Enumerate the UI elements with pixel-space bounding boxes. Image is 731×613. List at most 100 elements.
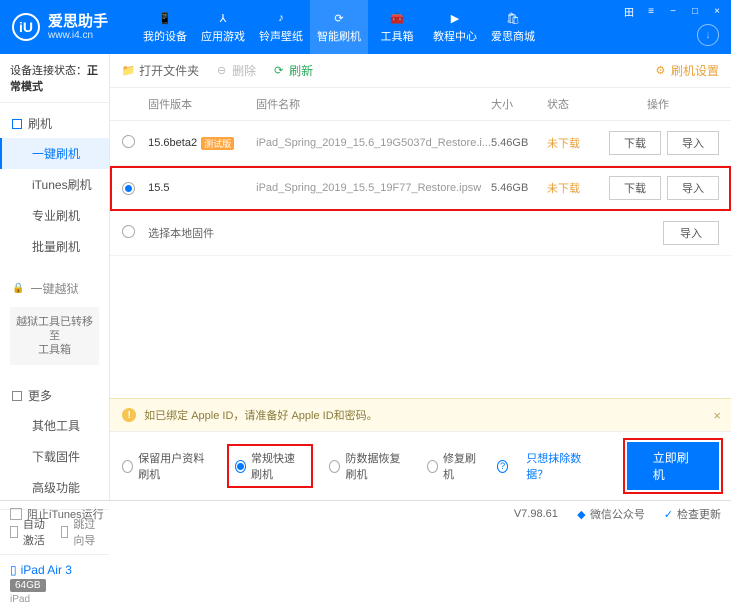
jailbreak-note: 越狱工具已转移至 工具箱 bbox=[10, 307, 99, 365]
download-manager-icon[interactable]: ↓ bbox=[697, 24, 719, 46]
lock-icon: 🔒 bbox=[12, 283, 24, 294]
apps-icon: ⅄ bbox=[215, 10, 231, 26]
checkbox-label: 阻止iTunes运行 bbox=[27, 506, 104, 522]
flash-options: 保留用户资料刷机 常规快速刷机 防数据恢复刷机 修复刷机 ? 只想抹除数据？ 立… bbox=[110, 431, 731, 500]
import-local-button[interactable]: 导入 bbox=[663, 221, 719, 245]
block-itunes-checkbox[interactable]: 阻止iTunes运行 bbox=[10, 506, 104, 522]
wechat-label: 微信公众号 bbox=[590, 509, 645, 521]
erase-link[interactable]: 只想抹除数据？ bbox=[526, 450, 591, 482]
device-type: iPad bbox=[10, 594, 99, 605]
music-icon: ♪ bbox=[273, 10, 289, 26]
menu-icon[interactable]: ≡ bbox=[643, 4, 659, 18]
nav-shop[interactable]: 🛍 爱思商城 bbox=[484, 0, 542, 54]
opt-repair[interactable]: 修复刷机 bbox=[427, 450, 479, 482]
delete-button[interactable]: ⊖删除 bbox=[215, 62, 256, 79]
help-icon[interactable]: ? bbox=[497, 460, 508, 473]
local-label: 选择本地固件 bbox=[148, 225, 597, 241]
row-status: 未下载 bbox=[547, 180, 597, 196]
toolbar: 📁打开文件夹 ⊖删除 ⟳刷新 ⚙ 刷机设置 bbox=[110, 54, 731, 88]
maximize-icon[interactable]: □ bbox=[687, 4, 703, 18]
version-label: V7.98.61 bbox=[514, 508, 558, 520]
nav-ringtone[interactable]: ♪ 铃声壁纸 bbox=[252, 0, 310, 54]
tool-label: 刷新 bbox=[289, 62, 313, 79]
tablet-icon: ▯ bbox=[10, 563, 17, 577]
nav-label: 工具箱 bbox=[381, 28, 414, 44]
update-icon: ✓ bbox=[663, 509, 674, 520]
flash-icon: ⟳ bbox=[331, 10, 347, 26]
nav-label: 爱思商城 bbox=[491, 28, 535, 44]
radio[interactable] bbox=[122, 135, 135, 148]
download-button[interactable]: 下载 bbox=[609, 131, 661, 155]
sidebar-item-pro[interactable]: 专业刷机 bbox=[0, 200, 109, 231]
flash-now-button[interactable]: 立即刷机 bbox=[627, 442, 719, 490]
update-label: 检查更新 bbox=[677, 509, 721, 521]
device-storage: 64GB bbox=[10, 579, 46, 592]
radio[interactable] bbox=[122, 225, 135, 238]
nav-label: 教程中心 bbox=[433, 28, 477, 44]
sidebar-item-batch[interactable]: 批量刷机 bbox=[0, 231, 109, 262]
opt-label: 修复刷机 bbox=[443, 450, 479, 482]
nav-toolbox[interactable]: 🧰 工具箱 bbox=[368, 0, 426, 54]
nav-flash[interactable]: ⟳ 智能刷机 bbox=[310, 0, 368, 54]
tool-label: 删除 bbox=[232, 62, 256, 79]
import-button[interactable]: 导入 bbox=[667, 176, 719, 200]
sidebar-item-other[interactable]: 其他工具 bbox=[0, 410, 109, 441]
statusbar: 阻止iTunes运行 V7.98.61 ◆ 微信公众号 ✓ 检查更新 bbox=[0, 500, 731, 526]
wechat-link[interactable]: ◆ 微信公众号 bbox=[576, 506, 645, 522]
device-name: iPad Air 3 bbox=[21, 563, 72, 577]
opt-keep-data[interactable]: 保留用户资料刷机 bbox=[122, 450, 211, 482]
radio[interactable] bbox=[122, 182, 135, 195]
minimize-icon[interactable]: − bbox=[665, 4, 681, 18]
top-nav: 📱我的设备 ⅄ 应用游戏 ♪ 铃声壁纸 ⟳ 智能刷机 🧰 工具箱 ▶教程中心 🛍 爱思商城 bbox=[136, 0, 542, 54]
th-version: 固件版本 bbox=[148, 96, 256, 112]
nav-apps[interactable]: ⅄ 应用游戏 bbox=[194, 0, 252, 54]
info-icon: ! bbox=[122, 408, 136, 422]
import-button[interactable]: 导入 bbox=[667, 131, 719, 155]
logo-icon: iU bbox=[12, 13, 40, 41]
sidebar-item-oneclick[interactable]: 一键刷机 bbox=[0, 138, 109, 169]
device-card[interactable]: ▯ iPad Air 3 64GB iPad bbox=[0, 554, 109, 613]
nav-label: 应用游戏 bbox=[201, 28, 245, 44]
refresh-button[interactable]: ⟳刷新 bbox=[272, 62, 313, 79]
tool-label: 刷机设置 bbox=[671, 62, 719, 79]
nav-tutorial[interactable]: ▶教程中心 bbox=[426, 0, 484, 54]
open-folder-button[interactable]: 📁打开文件夹 bbox=[122, 62, 199, 79]
sidebar-item-itunes[interactable]: iTunes刷机 bbox=[0, 169, 109, 200]
group-label: 更多 bbox=[28, 387, 52, 404]
opt-normal-flash[interactable]: 常规快速刷机 bbox=[229, 446, 311, 486]
group-jailbreak[interactable]: 🔒 一键越狱 bbox=[0, 274, 109, 303]
check-update-link[interactable]: ✓ 检查更新 bbox=[663, 506, 721, 522]
skin-icon[interactable]: 田 bbox=[621, 4, 637, 18]
nav-label: 铃声壁纸 bbox=[259, 28, 303, 44]
group-more[interactable]: 更多 bbox=[0, 381, 109, 410]
th-name: 固件名称 bbox=[256, 96, 491, 112]
firmware-row-selected[interactable]: 15.5 iPad_Spring_2019_15.5_19F77_Restore… bbox=[110, 166, 731, 211]
th-status: 状态 bbox=[547, 96, 597, 112]
window-controls: 田 ≡ − □ × bbox=[621, 4, 725, 18]
nav-my-device[interactable]: 📱我的设备 bbox=[136, 0, 194, 54]
opt-antirecover[interactable]: 防数据恢复刷机 bbox=[329, 450, 409, 482]
group-flash[interactable]: 刷机 bbox=[0, 109, 109, 138]
shop-icon: 🛍 bbox=[505, 10, 521, 26]
nav-label: 我的设备 bbox=[143, 28, 187, 44]
square-icon bbox=[12, 119, 22, 129]
download-button[interactable]: 下载 bbox=[609, 176, 661, 200]
sidebar-item-advanced[interactable]: 高级功能 bbox=[0, 472, 109, 503]
sidebar-item-download[interactable]: 下载固件 bbox=[0, 441, 109, 472]
connection-status: 设备连接状态：正常模式 bbox=[0, 54, 109, 103]
appleid-alert: ! 如已绑定 Apple ID，请准备好 Apple ID和密码。 × bbox=[110, 398, 731, 431]
toolbox-icon: 🧰 bbox=[389, 10, 405, 26]
firmware-row[interactable]: 15.6beta2测试版 iPad_Spring_2019_15.6_19G50… bbox=[110, 121, 731, 166]
local-firmware-row[interactable]: 选择本地固件 导入 bbox=[110, 211, 731, 256]
table-header: 固件版本 固件名称 大小 状态 操作 bbox=[110, 88, 731, 121]
tool-label: 打开文件夹 bbox=[139, 62, 199, 79]
flash-settings-button[interactable]: ⚙ 刷机设置 bbox=[654, 62, 719, 79]
close-icon[interactable]: × bbox=[709, 4, 725, 18]
alert-close-icon[interactable]: × bbox=[713, 408, 721, 423]
brand-name: 爱思助手 bbox=[48, 13, 108, 30]
opt-label: 防数据恢复刷机 bbox=[345, 450, 409, 482]
nav-label: 智能刷机 bbox=[317, 28, 361, 44]
group-label: 一键越狱 bbox=[30, 280, 78, 297]
gear-icon: ⚙ bbox=[654, 64, 667, 77]
square-icon bbox=[12, 391, 22, 401]
